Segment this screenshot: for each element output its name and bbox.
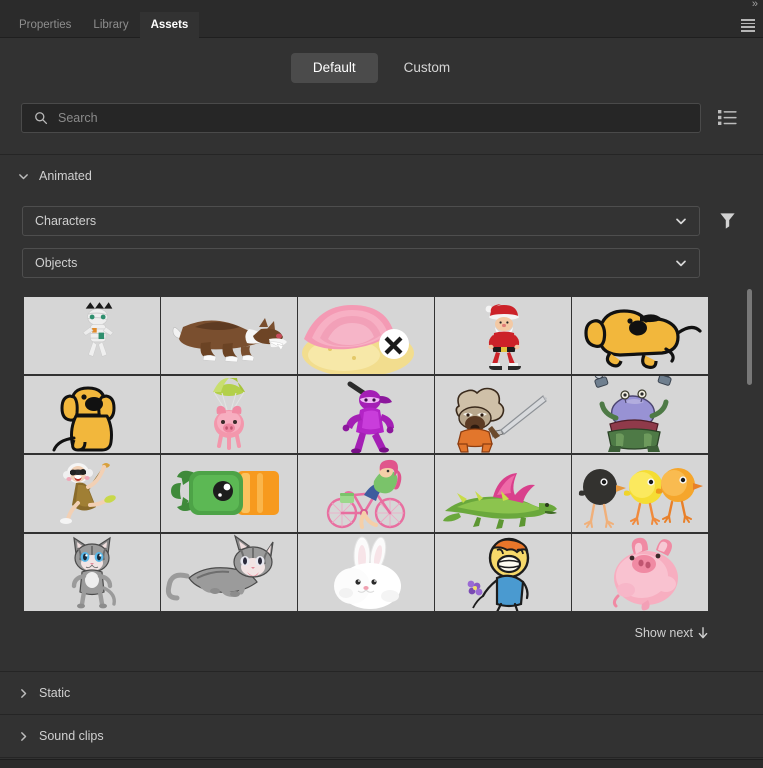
- asset-thumbnail[interactable]: [435, 376, 571, 453]
- chevron-right-icon: [18, 731, 29, 742]
- chevron-right-icon: [18, 688, 29, 699]
- asset-thumbnail[interactable]: [435, 297, 571, 374]
- show-next-label: Show next: [635, 626, 693, 640]
- panel-top-strip: »: [0, 0, 763, 12]
- asset-thumbnail[interactable]: [24, 297, 160, 374]
- search-box[interactable]: [21, 103, 701, 133]
- dropdown-objects-label: Objects: [35, 256, 77, 270]
- asset-thumbnail[interactable]: [161, 297, 297, 374]
- asset-thumbnail[interactable]: [435, 534, 571, 611]
- collapse-panel-icon[interactable]: »: [752, 0, 757, 10]
- tab-assets[interactable]: Assets: [140, 12, 200, 38]
- section-header-animated[interactable]: Animated: [0, 155, 763, 197]
- asset-thumbnail[interactable]: [572, 534, 708, 611]
- asset-thumbnail[interactable]: [572, 297, 708, 374]
- section-title-sound-clips: Sound clips: [39, 729, 104, 743]
- dropdown-characters[interactable]: Characters: [22, 206, 700, 236]
- asset-thumbnail-grid: [24, 297, 710, 611]
- search-row: [0, 98, 763, 142]
- tab-list: Properties Library Assets: [8, 12, 199, 38]
- asset-thumbnail[interactable]: [24, 534, 160, 611]
- section-title-animated: Animated: [39, 169, 92, 183]
- chevron-down-icon: [18, 171, 29, 182]
- arrow-down-icon: [698, 627, 708, 639]
- divider-below-sound-clips: [0, 757, 763, 758]
- tab-custom[interactable]: Custom: [382, 53, 473, 83]
- search-icon: [34, 111, 48, 125]
- asset-thumbnail[interactable]: [572, 376, 708, 453]
- asset-thumbnail[interactable]: [161, 376, 297, 453]
- panel-bottom-edge: [0, 759, 763, 768]
- asset-thumbnail[interactable]: [298, 297, 434, 374]
- hamburger-menu-icon[interactable]: [741, 19, 755, 31]
- asset-source-toggle: Default Custom: [0, 38, 763, 98]
- asset-thumbnail[interactable]: [161, 455, 297, 532]
- section-header-static[interactable]: Static: [0, 672, 763, 714]
- list-view-icon[interactable]: [718, 109, 737, 126]
- show-next-button[interactable]: Show next: [635, 626, 708, 640]
- asset-thumbnail[interactable]: [298, 455, 434, 532]
- assets-scrollbar-track[interactable]: [745, 284, 755, 670]
- asset-thumbnail[interactable]: [435, 455, 571, 532]
- asset-thumbnail[interactable]: [24, 376, 160, 453]
- section-title-static: Static: [39, 686, 70, 700]
- tab-library[interactable]: Library: [82, 12, 139, 38]
- asset-thumbnail[interactable]: [24, 455, 160, 532]
- tab-default[interactable]: Default: [291, 53, 378, 83]
- panel-tab-bar: Properties Library Assets: [0, 12, 763, 38]
- search-input[interactable]: [58, 111, 690, 125]
- dropdown-objects[interactable]: Objects: [22, 248, 700, 278]
- assets-panel: » Properties Library Assets Default Cust…: [0, 0, 763, 768]
- chevron-down-icon: [675, 257, 687, 269]
- asset-thumbnail[interactable]: [161, 534, 297, 611]
- dropdown-characters-label: Characters: [35, 214, 96, 228]
- asset-thumbnail[interactable]: [298, 534, 434, 611]
- filter-funnel-icon[interactable]: [718, 211, 737, 230]
- assets-scrollbar-thumb[interactable]: [747, 289, 752, 385]
- tab-properties[interactable]: Properties: [8, 12, 82, 38]
- asset-thumbnail[interactable]: [572, 455, 708, 532]
- section-header-sound-clips[interactable]: Sound clips: [0, 715, 763, 757]
- chevron-down-icon: [675, 215, 687, 227]
- asset-thumbnail[interactable]: [298, 376, 434, 453]
